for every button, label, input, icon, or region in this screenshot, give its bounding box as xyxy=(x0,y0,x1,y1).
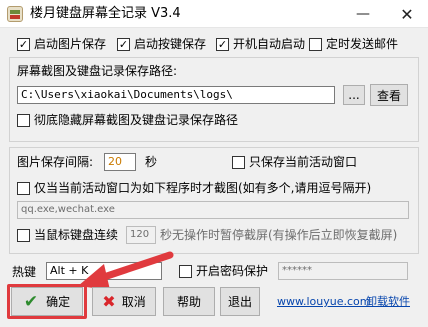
help-button[interactable]: 帮助 xyxy=(163,287,215,316)
ok-highlight-box xyxy=(7,284,87,319)
cancel-label: 取消 xyxy=(121,295,146,309)
website-link[interactable]: www.louyue.com xyxy=(277,295,370,309)
cross-icon: ✖ xyxy=(102,292,116,311)
exit-button[interactable]: 退出 xyxy=(220,287,260,316)
uninstall-link[interactable]: 卸载软件 xyxy=(366,295,410,309)
red-arrow-icon xyxy=(78,251,174,290)
cancel-button[interactable]: ✖ 取消 xyxy=(92,287,156,316)
